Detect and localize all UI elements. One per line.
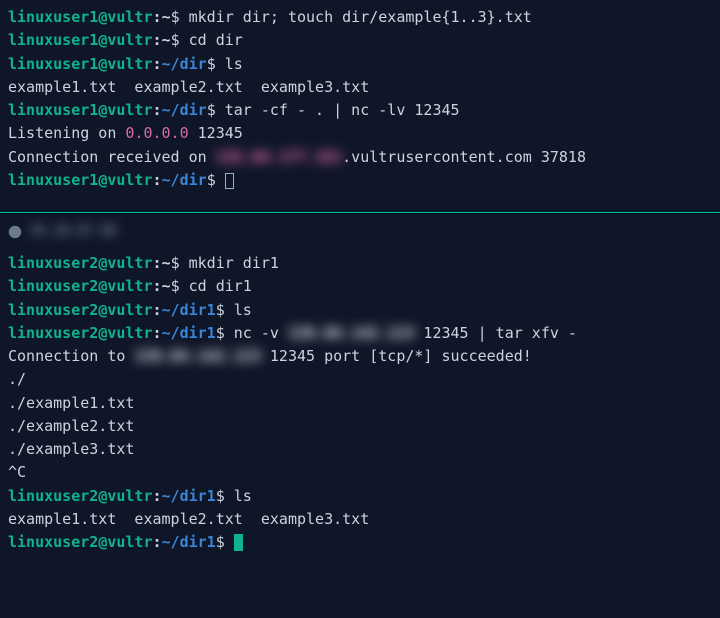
output-line: ./example2.txt [8, 415, 712, 438]
output-line: example1.txt example2.txt example3.txt [8, 76, 712, 99]
prompt-line: linuxuser2@vultr:~/dir1$ ls [8, 299, 712, 322]
cursor-icon [225, 173, 234, 189]
ip-address-redacted: 135.84.177.161 [216, 148, 342, 166]
terminal-pane-top[interactable]: linuxuser1@vultr:~$ mkdir dir; touch dir… [0, 0, 720, 212]
prompt-line: linuxuser2@vultr:~/dir1$ ls [8, 485, 712, 508]
output-line: ./example1.txt [8, 392, 712, 415]
titlebar-ip-redacted: 35.18.97.90 [30, 222, 116, 242]
command-text: mkdir dir; touch dir/example{1..3}.txt [189, 8, 532, 26]
ubuntu-icon [8, 225, 22, 239]
pane-titlebar: 35.18.97.90 [0, 214, 720, 246]
prompt-line: linuxuser1@vultr:~$ cd dir [8, 29, 712, 52]
ip-address-redacted: 139.84.142.123 [288, 324, 414, 342]
output-line: ./example3.txt [8, 438, 712, 461]
output-line: Connection received on 135.84.177.161.vu… [8, 146, 712, 169]
ip-address-redacted: 139.84.142.123 [134, 347, 260, 365]
prompt-line: linuxuser2@vultr:~$ mkdir dir1 [8, 252, 712, 275]
cursor-icon [234, 534, 243, 551]
prompt-line: linuxuser1@vultr:~$ mkdir dir; touch dir… [8, 6, 712, 29]
ip-address: 0.0.0.0 [125, 124, 188, 142]
prompt-line: linuxuser2@vultr:~/dir1$ [8, 531, 712, 554]
prompt-user: linuxuser1@vultr [8, 8, 153, 26]
terminal-pane-bottom[interactable]: linuxuser2@vultr:~$ mkdir dir1 linuxuser… [0, 246, 720, 574]
output-line: ^C [8, 461, 712, 484]
output-line: example1.txt example2.txt example3.txt [8, 508, 712, 531]
output-line: Listening on 0.0.0.0 12345 [8, 122, 712, 145]
prompt-line: linuxuser1@vultr:~/dir$ [8, 169, 712, 192]
prompt-line: linuxuser2@vultr:~$ cd dir1 [8, 275, 712, 298]
prompt-line: linuxuser2@vultr:~/dir1$ nc -v 139.84.14… [8, 322, 712, 345]
prompt-line: linuxuser1@vultr:~/dir$ ls [8, 53, 712, 76]
output-line: Connection to 139.84.142.123 12345 port … [8, 345, 712, 368]
prompt-line: linuxuser1@vultr:~/dir$ tar -cf - . | nc… [8, 99, 712, 122]
output-line: ./ [8, 368, 712, 391]
